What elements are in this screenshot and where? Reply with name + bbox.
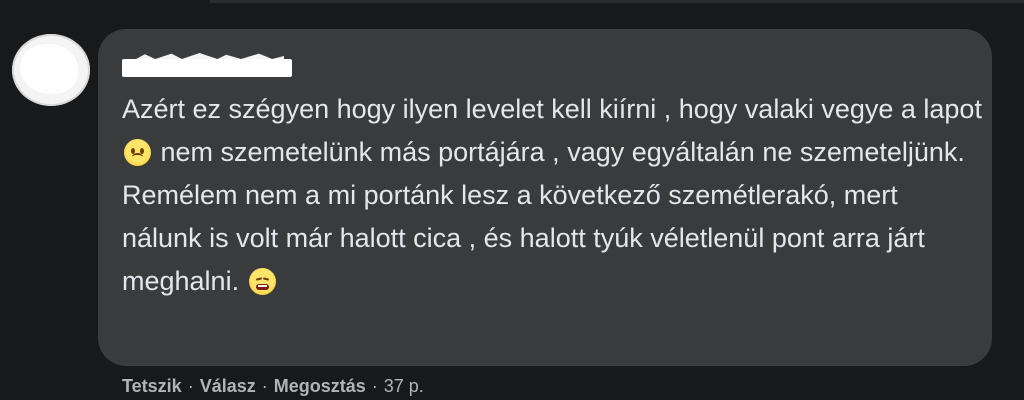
like-button[interactable]: Tetszik [122, 376, 182, 396]
comment-actions: Tetszik · Válasz · Megosztás · 37 p. [122, 373, 424, 400]
separator-dot: · [371, 376, 378, 396]
comment-body: Azért ez szégyen hogy ilyen levelet kell… [122, 88, 982, 303]
emoji-mouth [255, 284, 269, 290]
emoji-mouth [132, 153, 143, 161]
redacted-author-name[interactable] [122, 59, 292, 77]
comment-text-part-1: Azért ez szégyen hogy ilyen levelet kell… [122, 94, 982, 124]
share-button[interactable]: Megosztás [274, 376, 366, 396]
comment-text-part-2: nem szemetelünk más portájára , vagy egy… [122, 137, 965, 296]
comment-timestamp[interactable]: 37 p. [384, 376, 424, 396]
reply-button[interactable]: Válasz [200, 376, 256, 396]
emoji-left-eye [255, 277, 262, 281]
comment-bubble: Azért ez szégyen hogy ilyen levelet kell… [98, 29, 992, 366]
worried-face-icon [124, 139, 151, 166]
avatar[interactable] [12, 34, 90, 106]
tired-face-icon [248, 268, 276, 295]
separator-dot: · [261, 376, 268, 396]
emoji-right-eye [262, 277, 269, 281]
separator-dot: · [187, 376, 194, 396]
comment-block: Azért ez szégyen hogy ilyen levelet kell… [0, 0, 1024, 400]
